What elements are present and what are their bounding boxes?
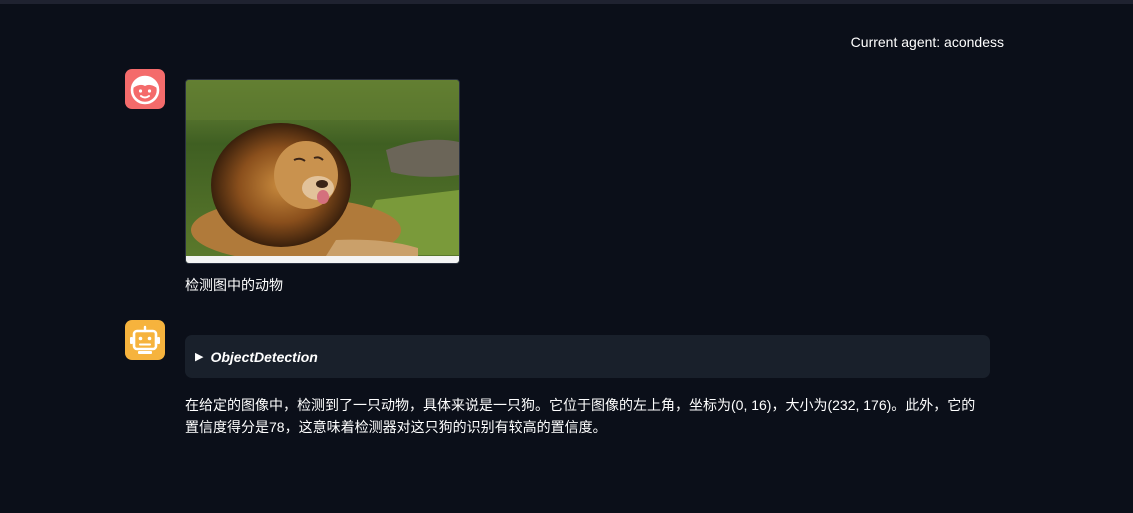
- top-bar: [0, 0, 1133, 4]
- tool-call-expander[interactable]: ▶ ObjectDetection: [185, 335, 990, 378]
- user-avatar: [125, 69, 165, 109]
- bot-avatar: [125, 320, 165, 360]
- robot-icon: [130, 325, 160, 354]
- uploaded-image-lion[interactable]: [185, 79, 460, 264]
- expand-arrow-icon: ▶: [195, 351, 204, 363]
- user-face-icon: [130, 75, 160, 105]
- tool-name: ObjectDetection: [210, 348, 318, 365]
- user-message-text: 检测图中的动物: [185, 277, 283, 293]
- current-agent-label: Current agent: acondess: [850, 34, 1004, 50]
- assistant-message-text: 在给定的图像中，检测到了一只动物，具体来说是一只狗。它位于图像的左上角，坐标为(…: [185, 397, 976, 435]
